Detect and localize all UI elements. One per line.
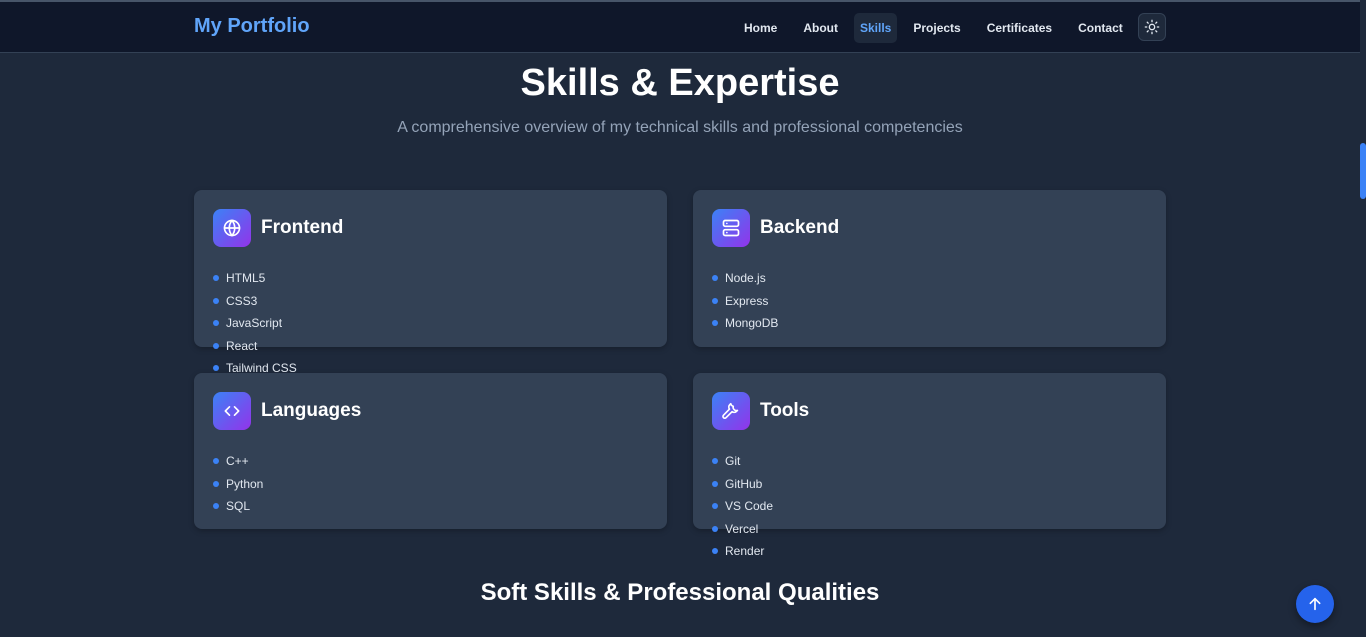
globe-icon xyxy=(213,209,251,247)
nav-link-projects[interactable]: Projects xyxy=(903,13,970,43)
skill-label: GitHub xyxy=(725,476,763,491)
nav-link-about[interactable]: About xyxy=(793,13,848,43)
skill-label: MongoDB xyxy=(725,316,779,331)
skill-label: Render xyxy=(725,544,765,559)
bullet-dot xyxy=(213,275,219,282)
skill-label: CSS3 xyxy=(226,293,258,308)
skill-card-tools: Tools Git GitHub VS Code Vercel Render xyxy=(693,373,1166,558)
bullet-dot xyxy=(712,548,718,555)
soft-skills-heading: Soft Skills & Professional Qualities xyxy=(480,579,880,606)
nav-links: Home About Skills Projects Certificates … xyxy=(734,13,1139,43)
wrench-icon xyxy=(712,392,750,430)
skill-item: JavaScript xyxy=(213,312,437,335)
skill-item: React xyxy=(213,335,437,358)
bullet-dot xyxy=(712,503,718,510)
bullet-dot xyxy=(712,480,718,487)
skill-label: Vercel xyxy=(725,521,759,536)
card-title: Backend xyxy=(760,217,840,238)
scroll-to-top-button[interactable] xyxy=(1296,585,1334,623)
skill-item: Node.js xyxy=(712,267,936,290)
bullet-dot xyxy=(712,275,718,282)
skill-item: Git xyxy=(712,450,936,473)
nav-link-contact[interactable]: Contact xyxy=(1068,13,1133,43)
navbar: My Portfolio Home About Skills Projects … xyxy=(0,2,1360,53)
skill-item: SQL xyxy=(213,495,437,518)
skill-label: React xyxy=(226,338,258,353)
skill-label: C++ xyxy=(226,454,249,469)
card-title: Languages xyxy=(261,400,362,421)
page-title: Skills & Expertise xyxy=(520,62,840,104)
bullet-dot xyxy=(213,342,219,349)
card-title: Frontend xyxy=(261,217,344,238)
brand-logo[interactable]: My Portfolio xyxy=(194,15,310,38)
bullet-dot xyxy=(712,297,718,304)
scrollbar-thumb[interactable] xyxy=(1360,143,1366,199)
skill-item: C++ xyxy=(213,450,437,473)
skill-list: Node.js Express MongoDB xyxy=(712,267,1142,335)
nav-link-skills[interactable]: Skills xyxy=(854,13,898,43)
bullet-dot xyxy=(712,320,718,327)
code-icon xyxy=(213,392,251,430)
nav-link-certificates[interactable]: Certificates xyxy=(977,13,1062,43)
bullet-dot xyxy=(213,503,219,510)
skill-label: SQL xyxy=(226,499,251,514)
skill-item: GitHub xyxy=(712,473,936,496)
skill-card-frontend: Frontend HTML5 CSS3 JavaScript React Tai… xyxy=(194,190,667,375)
skill-item: CSS3 xyxy=(213,290,437,313)
skill-label: JavaScript xyxy=(226,316,283,331)
bullet-dot xyxy=(712,525,718,532)
arrow-up-icon xyxy=(1309,597,1321,611)
skill-item: Render xyxy=(712,540,936,563)
bullet-dot xyxy=(213,480,219,487)
card-title: Tools xyxy=(760,400,810,421)
skill-list: HTML5 CSS3 JavaScript React Tailwind CSS xyxy=(213,267,643,380)
bullet-dot xyxy=(213,365,219,372)
skill-item: Python xyxy=(213,473,437,496)
skill-label: Node.js xyxy=(725,271,766,286)
theme-toggle-button[interactable] xyxy=(1138,13,1166,41)
skill-item: HTML5 xyxy=(213,267,437,290)
bullet-dot xyxy=(213,297,219,304)
bullet-dot xyxy=(213,320,219,327)
skill-list: C++ Python SQL xyxy=(213,450,643,518)
nav-link-home[interactable]: Home xyxy=(734,13,787,43)
skill-card-backend: Backend Node.js Express MongoDB xyxy=(693,190,1166,347)
skill-item: Vercel xyxy=(712,518,936,541)
skill-label: HTML5 xyxy=(226,271,266,286)
skill-item: MongoDB xyxy=(712,312,936,335)
skill-list: Git GitHub VS Code Vercel Render xyxy=(712,450,1142,563)
skill-card-languages: Languages C++ Python SQL xyxy=(194,373,667,529)
skill-item: VS Code xyxy=(712,495,936,518)
sun-icon xyxy=(1144,19,1160,35)
bullet-dot xyxy=(213,458,219,465)
page-subtitle: A comprehensive overview of my technical… xyxy=(397,119,963,136)
scrollbar-track[interactable] xyxy=(1360,0,1366,637)
skill-label: VS Code xyxy=(725,499,774,514)
skill-label: Git xyxy=(725,454,741,469)
skill-label: Express xyxy=(725,293,769,308)
server-icon xyxy=(712,209,750,247)
bullet-dot xyxy=(712,458,718,465)
skill-label: Python xyxy=(226,476,264,491)
skill-item: Express xyxy=(712,290,936,313)
